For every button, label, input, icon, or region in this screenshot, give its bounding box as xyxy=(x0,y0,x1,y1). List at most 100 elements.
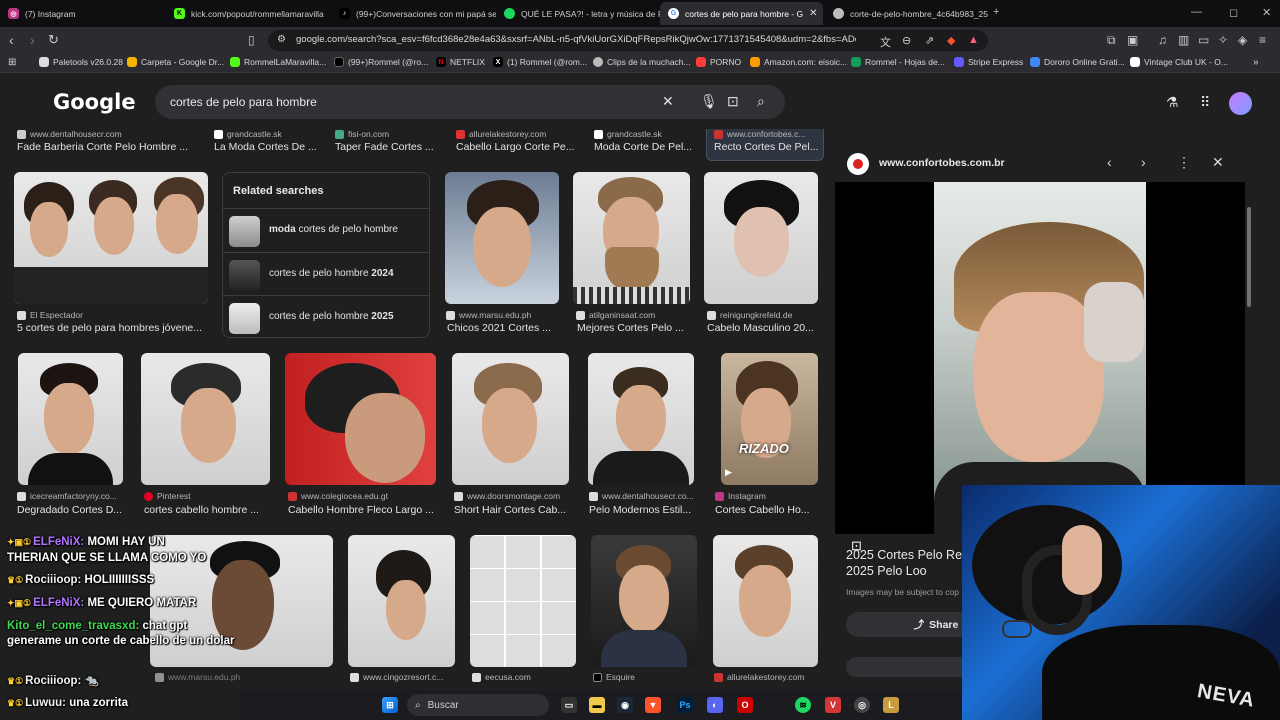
apps-icon[interactable]: ⊞ xyxy=(8,57,16,68)
bookmark-item[interactable]: PORNO xyxy=(696,57,741,67)
tab-tiktok[interactable]: ♪ (99+)Conversaciones con mi papá se xyxy=(331,2,496,25)
next-icon[interactable]: › xyxy=(1141,154,1146,170)
result-title[interactable]: La Moda Cortes De ... xyxy=(214,141,324,153)
new-tab-icon[interactable]: + xyxy=(993,6,999,18)
google-logo[interactable]: Google xyxy=(53,90,136,114)
scrollbar-thumb[interactable] xyxy=(1247,207,1251,307)
brave-shield-icon[interactable]: ◆ xyxy=(947,34,955,47)
menu-icon[interactable]: ≡ xyxy=(1259,32,1266,48)
tab-google-search[interactable]: G cortes de pelo para hombre - G ✕ xyxy=(660,2,823,25)
bookmark-item[interactable]: Rommel - Hojas de... xyxy=(851,57,945,67)
photoshop-icon[interactable]: Ps xyxy=(677,697,693,713)
result-title[interactable]: Cabello Largo Corte Pe... xyxy=(456,141,581,153)
preview-image[interactable]: ⊡ xyxy=(835,182,1245,553)
result-image[interactable] xyxy=(445,172,559,304)
bookmark-item[interactable]: N NETFLIX xyxy=(436,57,485,67)
result-image[interactable] xyxy=(14,172,208,304)
result-title[interactable]: Degradado Cortes D... xyxy=(17,504,124,516)
translate-icon[interactable]: 文 xyxy=(880,34,891,50)
bookmark-item[interactable]: Dororo Online Grati... xyxy=(1030,57,1125,67)
lens-icon[interactable]: ⊡ xyxy=(727,93,739,110)
media-icon[interactable]: ♫ xyxy=(1158,32,1167,48)
result-image[interactable] xyxy=(141,353,270,485)
minimize-icon[interactable]: — xyxy=(1191,6,1202,18)
labs-icon[interactable]: ⚗ xyxy=(1166,94,1179,111)
tab-instagram[interactable]: ◎ (7) Instagram xyxy=(0,2,165,25)
result-title[interactable]: cortes cabello hombre ... xyxy=(144,504,269,516)
brave-icon[interactable]: ▼ xyxy=(645,697,661,713)
search-icon[interactable]: ⌕ xyxy=(757,93,765,110)
windows-start-icon[interactable]: ⊞ xyxy=(382,697,398,713)
related-item[interactable]: cortes de pelo hombre 2024 xyxy=(223,252,429,295)
avatar[interactable] xyxy=(1229,92,1252,115)
result-image[interactable] xyxy=(18,353,123,485)
back-icon[interactable]: ‹ xyxy=(9,32,14,48)
reload-icon[interactable]: ↻ xyxy=(48,32,59,48)
related-item[interactable]: moda cortes de pelo hombre xyxy=(223,208,429,251)
more-bookmarks-icon[interactable]: » xyxy=(1253,57,1259,68)
valorant-icon[interactable]: V xyxy=(825,697,841,713)
result-image[interactable] xyxy=(591,535,697,667)
search-input[interactable]: cortes de pelo para hombre xyxy=(170,95,317,109)
bookmark-icon[interactable]: ▯ xyxy=(248,32,255,48)
address-bar[interactable]: ⚙ google.com/search?sca_esv=f6fcd368e28e… xyxy=(268,30,988,51)
bookmark-item[interactable]: Paletools v26.0.28 xyxy=(39,57,123,67)
spotify-icon[interactable]: ≋ xyxy=(795,697,811,713)
zoom-icon[interactable]: ⊖ xyxy=(902,34,911,47)
bookmark-item[interactable]: Clips de la muchach... xyxy=(593,57,691,67)
site-settings-icon[interactable]: ⚙ xyxy=(277,34,286,45)
result-title[interactable]: Moda Corte De Pel... xyxy=(594,141,694,153)
taskbar-search[interactable]: ⌕ Buscar xyxy=(407,694,549,716)
tab-spotify[interactable]: QUÉ LE PASA?! - letra y música de F xyxy=(496,2,661,25)
result-image[interactable] xyxy=(285,353,436,485)
result-image[interactable] xyxy=(452,353,569,485)
close-tab-icon[interactable]: ✕ xyxy=(809,8,817,19)
wallet-icon[interactable]: ▭ xyxy=(1198,32,1209,48)
bookmark-item[interactable]: Stripe Express xyxy=(954,57,1023,67)
bookmark-item[interactable]: Carpeta - Google Dr... xyxy=(127,57,224,67)
task-view-icon[interactable]: ▭ xyxy=(561,697,577,713)
share-icon[interactable]: ⇗ xyxy=(925,34,934,47)
bookmark-item[interactable]: RommelLaMaravilla... xyxy=(230,57,326,67)
file-explorer-icon[interactable]: ▬ xyxy=(589,697,605,713)
extensions-icon[interactable]: ⧉ xyxy=(1107,32,1116,48)
vpn-icon[interactable]: ◈ xyxy=(1238,32,1247,48)
result-title[interactable]: Short Hair Cortes Cab... xyxy=(454,504,571,516)
tab-image[interactable]: corte-de-pelo-hombre_4c64b983_25 xyxy=(825,2,990,25)
clear-icon[interactable]: ✕ xyxy=(662,93,674,110)
previous-icon[interactable]: ‹ xyxy=(1107,154,1112,170)
result-title[interactable]: Taper Fade Cortes ... xyxy=(335,141,440,153)
opera-icon[interactable]: O xyxy=(737,697,753,713)
result-title[interactable]: Recto Cortes De Pel... xyxy=(714,141,819,153)
result-title[interactable]: Cabelo Masculino 20... xyxy=(707,322,822,334)
leo-ai-icon[interactable]: ✧ xyxy=(1218,32,1228,48)
result-image[interactable] xyxy=(713,535,818,667)
related-item[interactable]: cortes de pelo hombre 2025 xyxy=(223,295,429,338)
league-icon[interactable]: L xyxy=(883,697,899,713)
result-image[interactable] xyxy=(573,172,690,304)
bookmark-item[interactable]: X (1) Rommel (@rom... xyxy=(493,57,587,67)
brave-rewards-icon[interactable]: ▲ xyxy=(968,34,979,46)
obs-icon[interactable]: ◎ xyxy=(854,697,870,713)
result-image[interactable]: RIZADO ▶ xyxy=(721,353,818,485)
apps-grid-icon[interactable]: ⠿ xyxy=(1200,94,1210,111)
screenshot-icon[interactable]: ▣ xyxy=(1127,32,1138,48)
result-title[interactable]: Cortes Cabello Ho... xyxy=(715,504,822,516)
bookmark-item[interactable]: Amazon.com: eisoic... xyxy=(750,57,847,67)
result-title[interactable]: Cabello Hombre Fleco Largo ... xyxy=(288,504,436,516)
microphone-icon[interactable]: 🎙 xyxy=(700,93,718,110)
bookmark-item[interactable]: (99+)Rommel (@ro... xyxy=(334,57,428,67)
preview-site[interactable]: www.confortobes.com.br xyxy=(879,157,1005,169)
tab-kick[interactable]: K kick.com/popout/rommellamaravilla xyxy=(166,2,331,25)
result-image[interactable] xyxy=(704,172,818,304)
result-title[interactable]: Fade Barberia Corte Pelo Hombre ... xyxy=(17,141,202,153)
maximize-icon[interactable]: ◻ xyxy=(1229,6,1238,19)
close-panel-icon[interactable]: ✕ xyxy=(1212,154,1224,171)
result-image[interactable] xyxy=(470,535,576,667)
close-window-icon[interactable]: ✕ xyxy=(1262,6,1271,19)
sidebar-icon[interactable]: ▥ xyxy=(1178,32,1189,48)
result-title[interactable]: Mejores Cortes Pelo ... xyxy=(577,322,692,334)
result-image[interactable] xyxy=(588,353,694,485)
bookmark-item[interactable]: Vintage Club UK - O... xyxy=(1130,57,1228,67)
result-image[interactable] xyxy=(348,535,455,667)
